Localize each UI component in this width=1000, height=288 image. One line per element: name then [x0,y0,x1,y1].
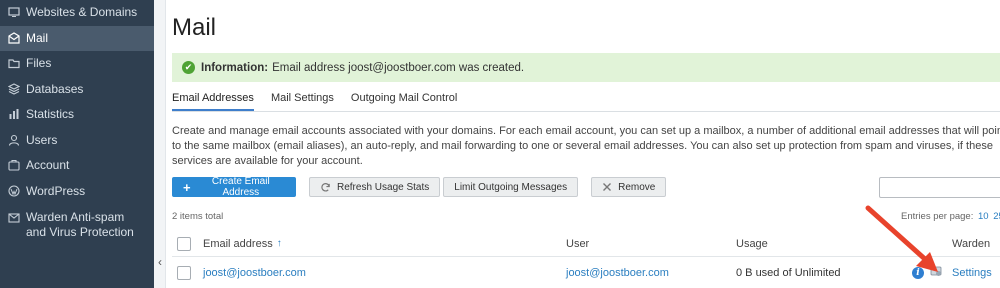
sidebar-item-label: Mail [26,30,49,45]
statistics-icon [8,108,20,120]
search-input[interactable] [879,177,1000,198]
user-link[interactable]: joost@joostboer.com [566,267,669,279]
sidebar-item-label: Websites & Domains [26,5,138,19]
sidebar-item-websites-domains[interactable]: Websites & Domains [0,0,154,26]
sidebar-item-label: Databases [26,81,84,96]
tab-outgoing-mail-control[interactable]: Outgoing Mail Control [351,92,457,111]
wordpress-icon [8,184,20,197]
column-user: User [566,237,590,250]
sidebar-item-databases[interactable]: Databases [0,77,154,103]
create-email-address-label: Create Email Address [211,176,270,198]
sidebar-item-users[interactable]: Users [0,128,154,154]
collapse-sidebar-icon[interactable]: ‹ [154,253,166,271]
refresh-usage-stats-label: Refresh Usage Stats [337,181,430,193]
refresh-usage-stats-button[interactable]: Refresh Usage Stats [309,177,441,197]
row-checkbox[interactable] [177,265,191,280]
sidebar-item-label: WordPress [26,183,86,198]
remove-label: Remove [618,181,656,193]
tab-email-addresses[interactable]: Email Addresses [172,92,254,111]
remove-button[interactable]: Remove [591,177,667,197]
column-email-address[interactable]: Email address ↑ [203,231,282,256]
sidebar-item-warden[interactable]: Warden Anti-spam and Virus Protection [0,204,154,246]
create-email-address-button[interactable]: + Create Email Address [172,176,296,198]
limit-outgoing-messages-button[interactable]: Limit Outgoing Messages [443,177,579,197]
checkmark-icon: ✔ [182,61,195,74]
per-page-option-25[interactable]: 25 [993,211,1000,222]
info-banner: ✔ Information: Email address joost@joost… [172,53,1000,82]
page-description: Create and manage email accounts associa… [172,125,1000,167]
banner-prefix: Information: [201,61,269,74]
sidebar-item-mail[interactable]: Mail [0,25,154,51]
select-all-checkbox[interactable] [177,236,191,251]
sidebar-item-label: Files [26,56,52,70]
sort-ascending-icon: ↑ [276,238,282,249]
monitor-icon [8,6,20,18]
limit-outgoing-messages-label: Limit Outgoing Messages [454,181,568,193]
folder-icon [8,57,20,69]
usage-value: 0 B used of Unlimited [736,266,841,279]
sidebar-item-wordpress[interactable]: WordPress [0,179,154,205]
account-icon [8,159,20,171]
items-total: 2 items total [172,211,224,222]
sidebar-item-label: Users [26,132,58,147]
tab-mail-settings[interactable]: Mail Settings [271,92,334,111]
column-email-address-label: Email address [203,237,273,250]
per-page-option-10[interactable]: 10 [978,211,989,222]
column-usage: Usage [736,237,768,250]
remove-icon [602,182,612,192]
user-icon [8,134,20,146]
sidebar-item-label: Statistics [26,107,75,121]
refresh-icon [320,182,331,193]
sidebar-item-account[interactable]: Account [0,153,154,179]
email-address-link[interactable]: joost@joostboer.com [203,267,306,279]
annotation-arrow-icon [865,205,938,272]
sidebar-item-statistics[interactable]: Statistics [0,102,154,128]
banner-message: Email address joost@joostboer.com was cr… [272,61,525,74]
sidebar-item-label: Account [26,158,70,172]
mail-icon [8,31,20,44]
sidebar: Websites & Domains Mail Files Databases … [0,0,154,288]
sidebar-item-label: Warden Anti-spam and Virus Protection [26,210,134,239]
plus-icon: + [183,179,191,195]
sidebar-gutter [154,0,166,288]
page-title: Mail [172,14,217,41]
warden-icon [8,212,20,224]
database-icon [8,82,20,95]
tab-bar: Email Addresses Mail Settings Outgoing M… [172,92,1000,112]
toolbar: + Create Email Address Refresh Usage Sta… [172,176,667,198]
sidebar-item-files[interactable]: Files [0,51,154,77]
